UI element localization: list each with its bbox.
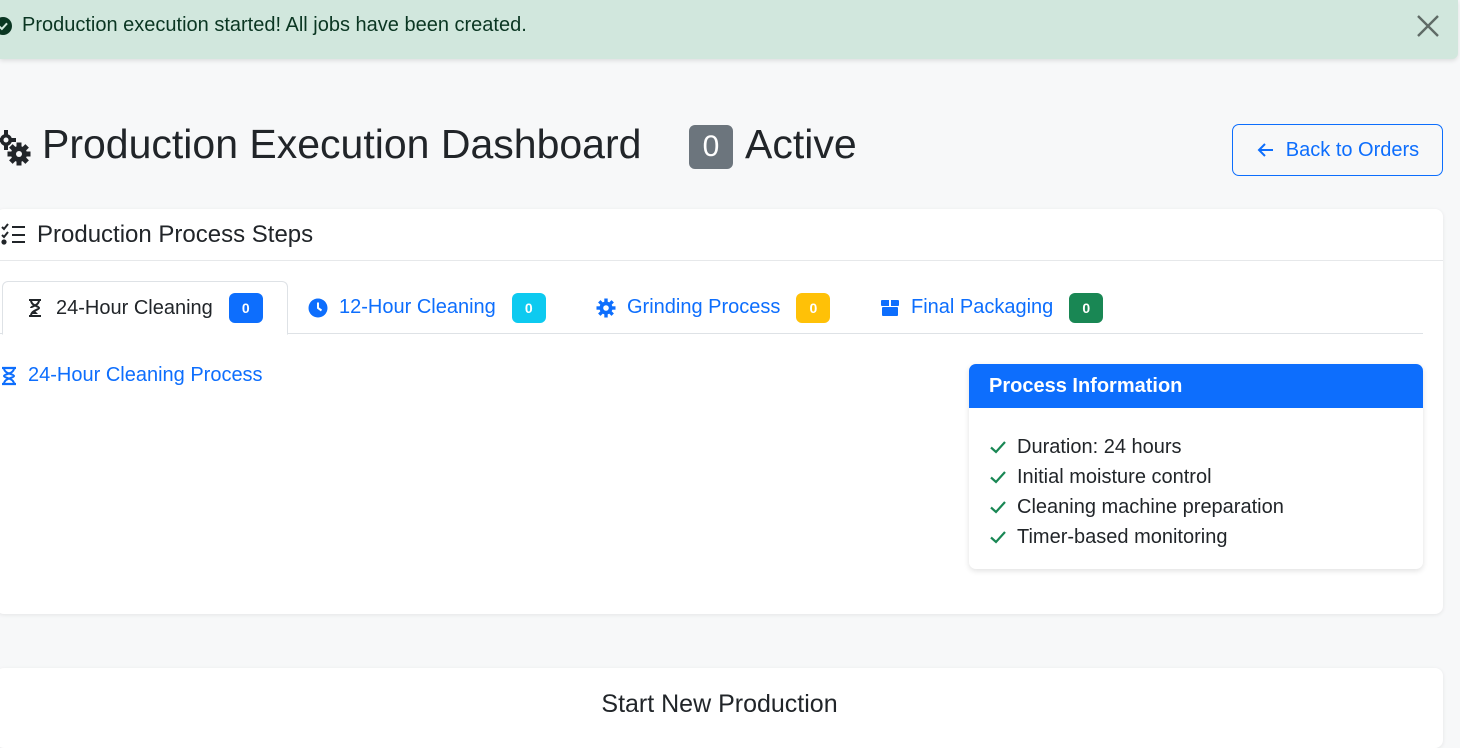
- tab-count-badge: 0: [796, 292, 831, 323]
- gears-icon: [0, 130, 31, 166]
- tab-label: 12-Hour Cleaning: [339, 296, 496, 318]
- list-item: Initial moisture control: [989, 462, 1423, 492]
- tab-label: 24-Hour Cleaning: [56, 296, 213, 319]
- arrow-left-icon: [1257, 143, 1273, 157]
- process-information-header: Process Information: [969, 364, 1423, 408]
- info-item-text: Timer-based monitoring: [1017, 525, 1228, 548]
- active-count-badge: 0: [689, 125, 733, 169]
- process-steps-card: Production Process Steps 24-Hour Cleanin…: [0, 209, 1443, 614]
- check-icon: [990, 441, 1006, 454]
- page-title: Production Execution Dashboard: [42, 121, 642, 167]
- start-new-production-card: Start New Production: [0, 668, 1443, 748]
- tab-label: Final Packaging: [911, 296, 1054, 318]
- process-steps-title: Production Process Steps: [37, 221, 314, 248]
- panel-title: 24-Hour Cleaning Process: [28, 364, 263, 386]
- clock-icon: [308, 298, 328, 317]
- panel-title-link[interactable]: 24-Hour Cleaning Process: [0, 364, 263, 387]
- tab-final-packaging[interactable]: Final Packaging 0: [880, 281, 1104, 334]
- card-header: Production Process Steps: [0, 209, 1443, 261]
- back-to-orders-button[interactable]: Back to Orders: [1232, 124, 1443, 176]
- tab-count-badge: 0: [228, 293, 263, 323]
- tab-12-hour-cleaning[interactable]: 12-Hour Cleaning 0: [308, 281, 546, 334]
- hourglass-icon: [2, 366, 16, 385]
- check-icon: [990, 501, 1006, 514]
- process-tabs: 24-Hour Cleaning 0 12-Hour Cleaning 0 Gr…: [0, 281, 1423, 335]
- hourglass-icon: [29, 299, 41, 317]
- list-check-icon: [1, 223, 25, 245]
- process-information-card: Process Information Duration: 24 hours I…: [969, 364, 1423, 569]
- info-item-text: Duration: 24 hours: [1017, 435, 1182, 458]
- list-item: Timer-based monitoring: [989, 522, 1423, 552]
- list-item: Cleaning machine preparation: [989, 492, 1423, 522]
- tab-24-hour-cleaning[interactable]: 24-Hour Cleaning 0: [2, 281, 288, 335]
- check-circle-icon: [0, 17, 12, 35]
- tab-grinding-process[interactable]: Grinding Process 0: [596, 281, 831, 334]
- box-icon: [881, 299, 899, 316]
- check-icon: [990, 531, 1006, 544]
- tab-count-badge: 0: [1069, 292, 1104, 323]
- active-label: Active: [745, 121, 857, 167]
- close-icon[interactable]: [1414, 12, 1442, 40]
- info-item-text: Initial moisture control: [1017, 465, 1212, 488]
- alert-message: Production execution started! All jobs h…: [22, 14, 527, 36]
- check-icon: [990, 471, 1006, 484]
- success-alert: Production execution started! All jobs h…: [0, 0, 1458, 59]
- start-new-production-title: Start New Production: [601, 690, 838, 718]
- tab-label: Grinding Process: [627, 296, 781, 318]
- info-item-text: Cleaning machine preparation: [1017, 495, 1284, 518]
- back-to-orders-label: Back to Orders: [1285, 138, 1420, 161]
- process-information-list: Duration: 24 hours Initial moisture cont…: [969, 408, 1423, 552]
- gear-icon: [596, 298, 616, 317]
- tab-count-badge: 0: [511, 292, 546, 323]
- list-item: Duration: 24 hours: [989, 432, 1423, 462]
